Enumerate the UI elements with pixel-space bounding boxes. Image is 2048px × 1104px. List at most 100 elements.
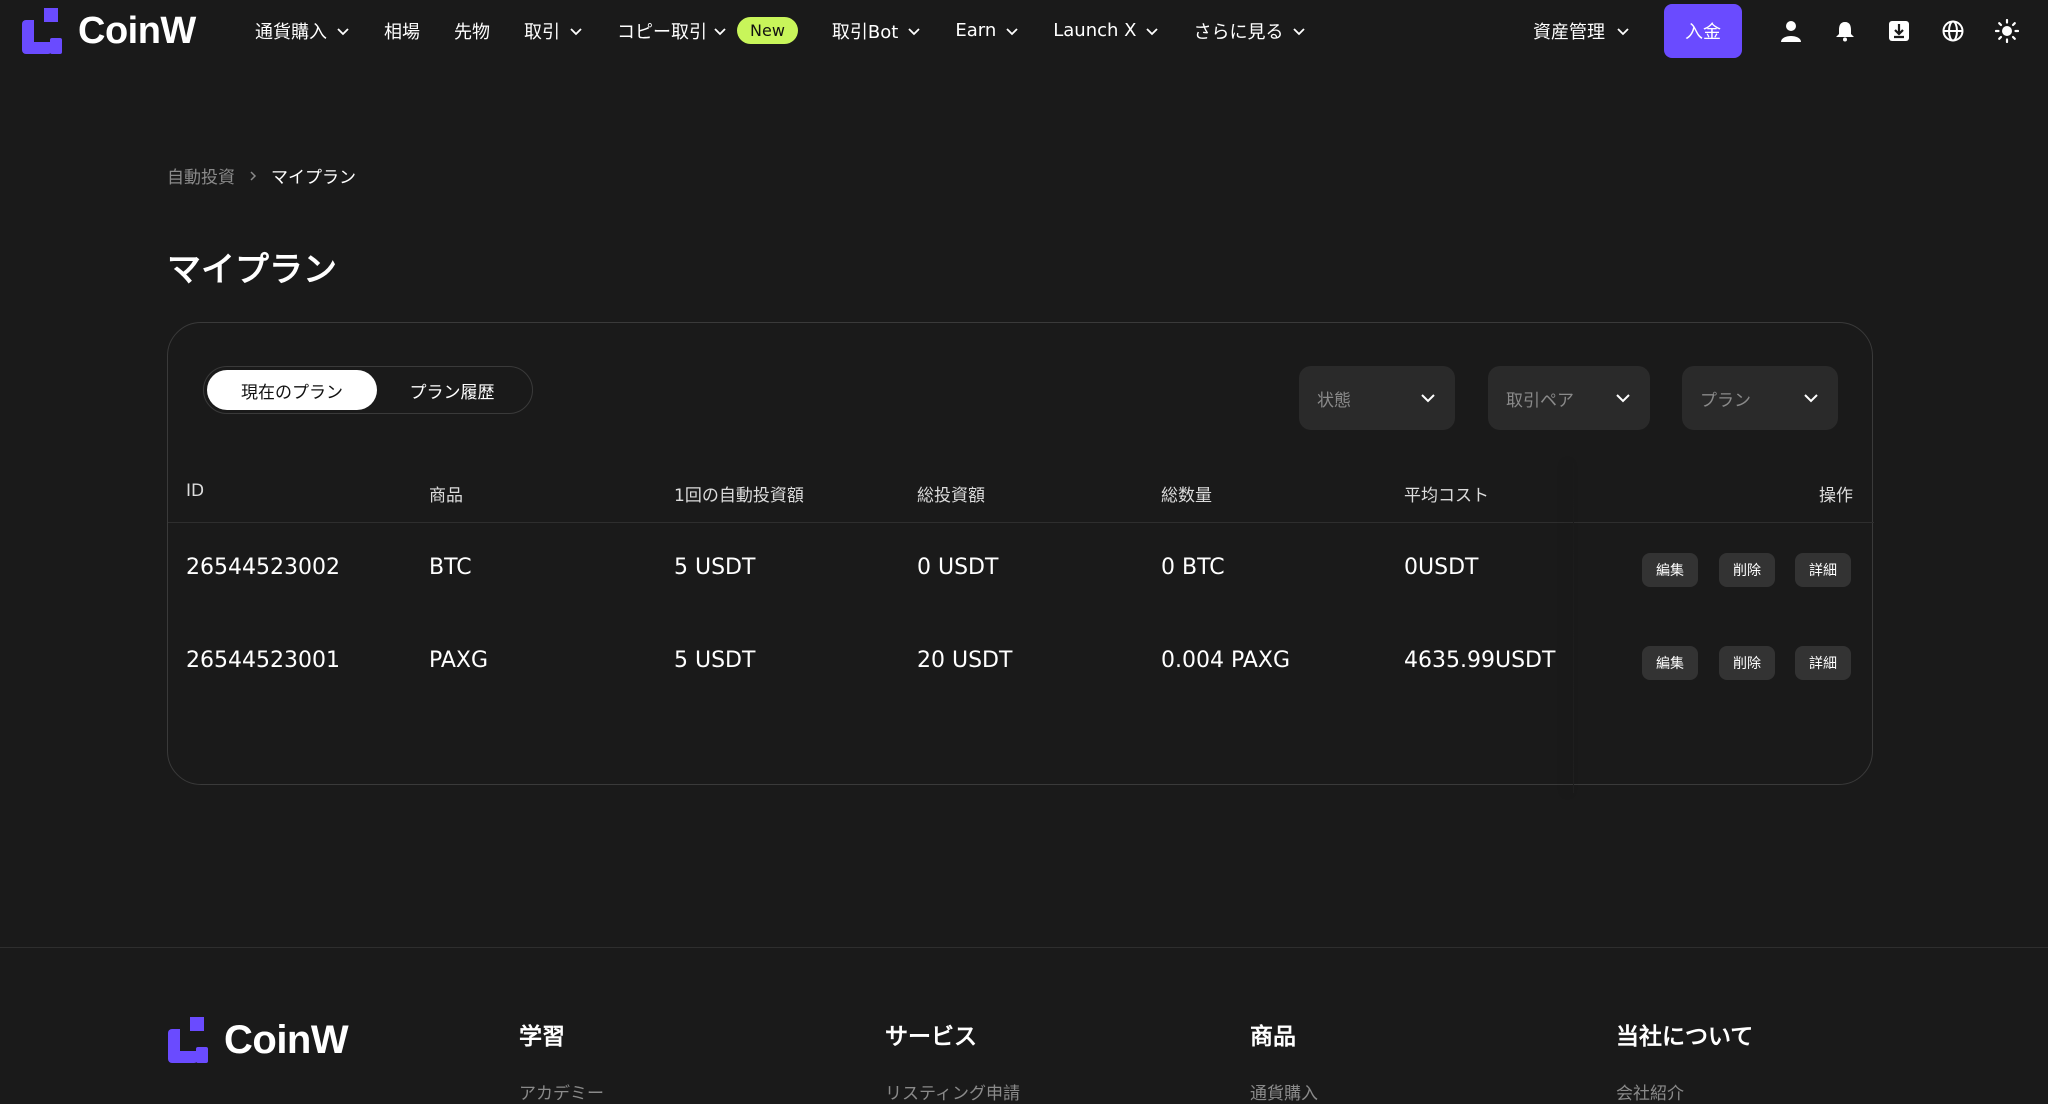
tab-current-plans[interactable]: 現在のプラン [207,370,377,410]
nav-item-launch-x[interactable]: Launch X [1053,20,1159,41]
nav-label: 通貨購入 [255,21,327,43]
nav-item-trade[interactable]: 取引 [524,18,583,44]
footer-column-title: 当社について [1616,1024,1754,1050]
brand-name: CoinW [78,9,196,52]
nav-item-earn[interactable]: Earn [955,20,1019,41]
footer-column-title: サービス [885,1024,977,1050]
header-average-cost: 平均コスト [1404,486,1489,506]
table-row: 26544523001 PAXG 5 USDT 20 USDT 0.004 PA… [168,616,1874,708]
tab-plan-history[interactable]: プラン履歴 [377,370,527,410]
cell-average-cost: 0USDT [1404,555,1479,580]
cell-total-quantity: 0 BTC [1161,555,1225,580]
footer-logo[interactable]: CoinW [168,1017,349,1063]
footer-column-title: 商品 [1250,1024,1296,1050]
bell-icon[interactable] [1833,19,1857,43]
nav-label: コピー取引 [617,21,707,43]
chevron-down-icon [908,27,920,35]
delete-button[interactable]: 削除 [1719,646,1775,680]
new-badge: New [737,17,798,44]
globe-icon[interactable] [1941,19,1965,43]
nav-item-copy-trading[interactable]: コピー取引 New [617,17,798,44]
detail-button[interactable]: 詳細 [1795,553,1851,587]
chevron-down-icon [714,27,726,35]
footer-link[interactable]: アカデミー [519,1079,604,1104]
table-header: ID 商品 1回の自動投資額 総投資額 総数量 平均コスト 操作 [168,463,1874,523]
chevron-down-icon [1293,27,1306,35]
chevron-down-icon [1421,394,1435,403]
header-total-quantity: 総数量 [1161,486,1212,506]
cell-id: 26544523001 [186,648,340,673]
breadcrumb: 自動投資 マイプラン [167,163,356,188]
edit-button[interactable]: 編集 [1642,553,1698,587]
footer-link[interactable]: 会社紹介 [1616,1079,1753,1104]
nav-item-more[interactable]: さらに見る [1193,18,1306,44]
breadcrumb-current: マイプラン [271,168,356,188]
nav-label: 相場 [384,21,420,43]
chevron-right-icon [250,170,257,181]
nav-label: Earn [955,20,997,41]
status-filter-select[interactable]: 状態 [1299,366,1455,430]
detail-button[interactable]: 詳細 [1795,646,1851,680]
filter-placeholder: 取引ペア [1506,390,1574,411]
chevron-down-icon [1146,27,1159,35]
cell-product: BTC [429,555,472,580]
footer-link[interactable]: 通貨購入 [1250,1079,1318,1104]
footer-column-services: サービス リスティング申請 [885,1017,1020,1104]
plan-card: 現在のプラン プラン履歴 状態 取引ペア プラン ID 商品 1回の自動投資額 … [167,322,1874,793]
nav-item-trading-bot[interactable]: 取引Bot [832,18,921,44]
cell-per-investment: 5 USDT [674,555,756,580]
page-title: マイプラン [167,250,337,290]
coinw-logo-icon [22,8,62,54]
header-id: ID [186,481,205,501]
nav-item-markets[interactable]: 相場 [384,18,420,44]
chevron-down-icon [1804,394,1818,403]
asset-management-menu[interactable]: 資産管理 [1533,18,1630,44]
header-actions: 操作 [1819,486,1853,506]
chevron-down-icon [570,27,582,35]
nav-label: Launch X [1053,20,1137,41]
footer-column-title: 学習 [519,1024,565,1050]
sun-icon[interactable] [1995,18,2019,43]
cell-total-invested: 0 USDT [917,555,999,580]
pair-filter-select[interactable]: 取引ペア [1488,366,1650,430]
download-icon[interactable] [1887,19,1911,43]
nav-item-futures[interactable]: 先物 [454,18,490,44]
coinw-logo-icon [168,1017,208,1063]
cell-total-quantity: 0.004 PAXG [1161,648,1291,673]
plan-filter-select[interactable]: プラン [1682,366,1838,430]
cell-per-investment: 5 USDT [674,648,756,673]
brand-name: CoinW [224,1017,349,1062]
footer-column-about: 当社について 会社紹介 [1616,1017,1753,1104]
cell-id: 26544523002 [186,555,340,580]
cell-total-invested: 20 USDT [917,648,1013,673]
delete-button[interactable]: 削除 [1719,553,1775,587]
header-product: 商品 [429,486,463,506]
nav-label: 先物 [454,21,490,43]
asset-menu-label: 資産管理 [1533,21,1605,43]
table-row: 26544523002 BTC 5 USDT 0 USDT 0 BTC 0USD… [168,523,1874,615]
filter-placeholder: プラン [1700,390,1751,411]
nav-item-buy-crypto[interactable]: 通貨購入 [255,18,350,44]
chevron-down-icon [1617,27,1629,35]
chevron-down-icon [337,27,349,35]
nav-label: 取引Bot [831,21,899,43]
coinw-logo[interactable]: CoinW [22,8,196,54]
nav-label: さらに見る [1193,21,1284,43]
header-per-investment: 1回の自動投資額 [674,486,804,506]
chevron-down-icon [1616,394,1630,403]
header-actions: 資産管理 入金 [1533,0,2048,61]
footer-link[interactable]: リスティング申請 [885,1079,1020,1104]
filter-placeholder: 状態 [1317,390,1351,411]
footer-column-products: 商品 通貨購入 [1250,1017,1318,1104]
top-navigation: CoinW 通貨購入 相場 先物 取引 コピー取引 New 取引Bot Earn [0,0,2048,61]
deposit-button[interactable]: 入金 [1664,3,1742,58]
chevron-down-icon [1006,27,1018,35]
header-total-invested: 総投資額 [917,486,985,506]
footer-divider [0,947,2048,948]
plan-tabs: 現在のプラン プラン履歴 [203,366,533,414]
edit-button[interactable]: 編集 [1642,646,1698,680]
user-icon[interactable] [1779,19,1803,43]
breadcrumb-parent-link[interactable]: 自動投資 [167,163,235,188]
cell-product: PAXG [429,648,489,673]
nav-label: 取引 [524,21,560,43]
